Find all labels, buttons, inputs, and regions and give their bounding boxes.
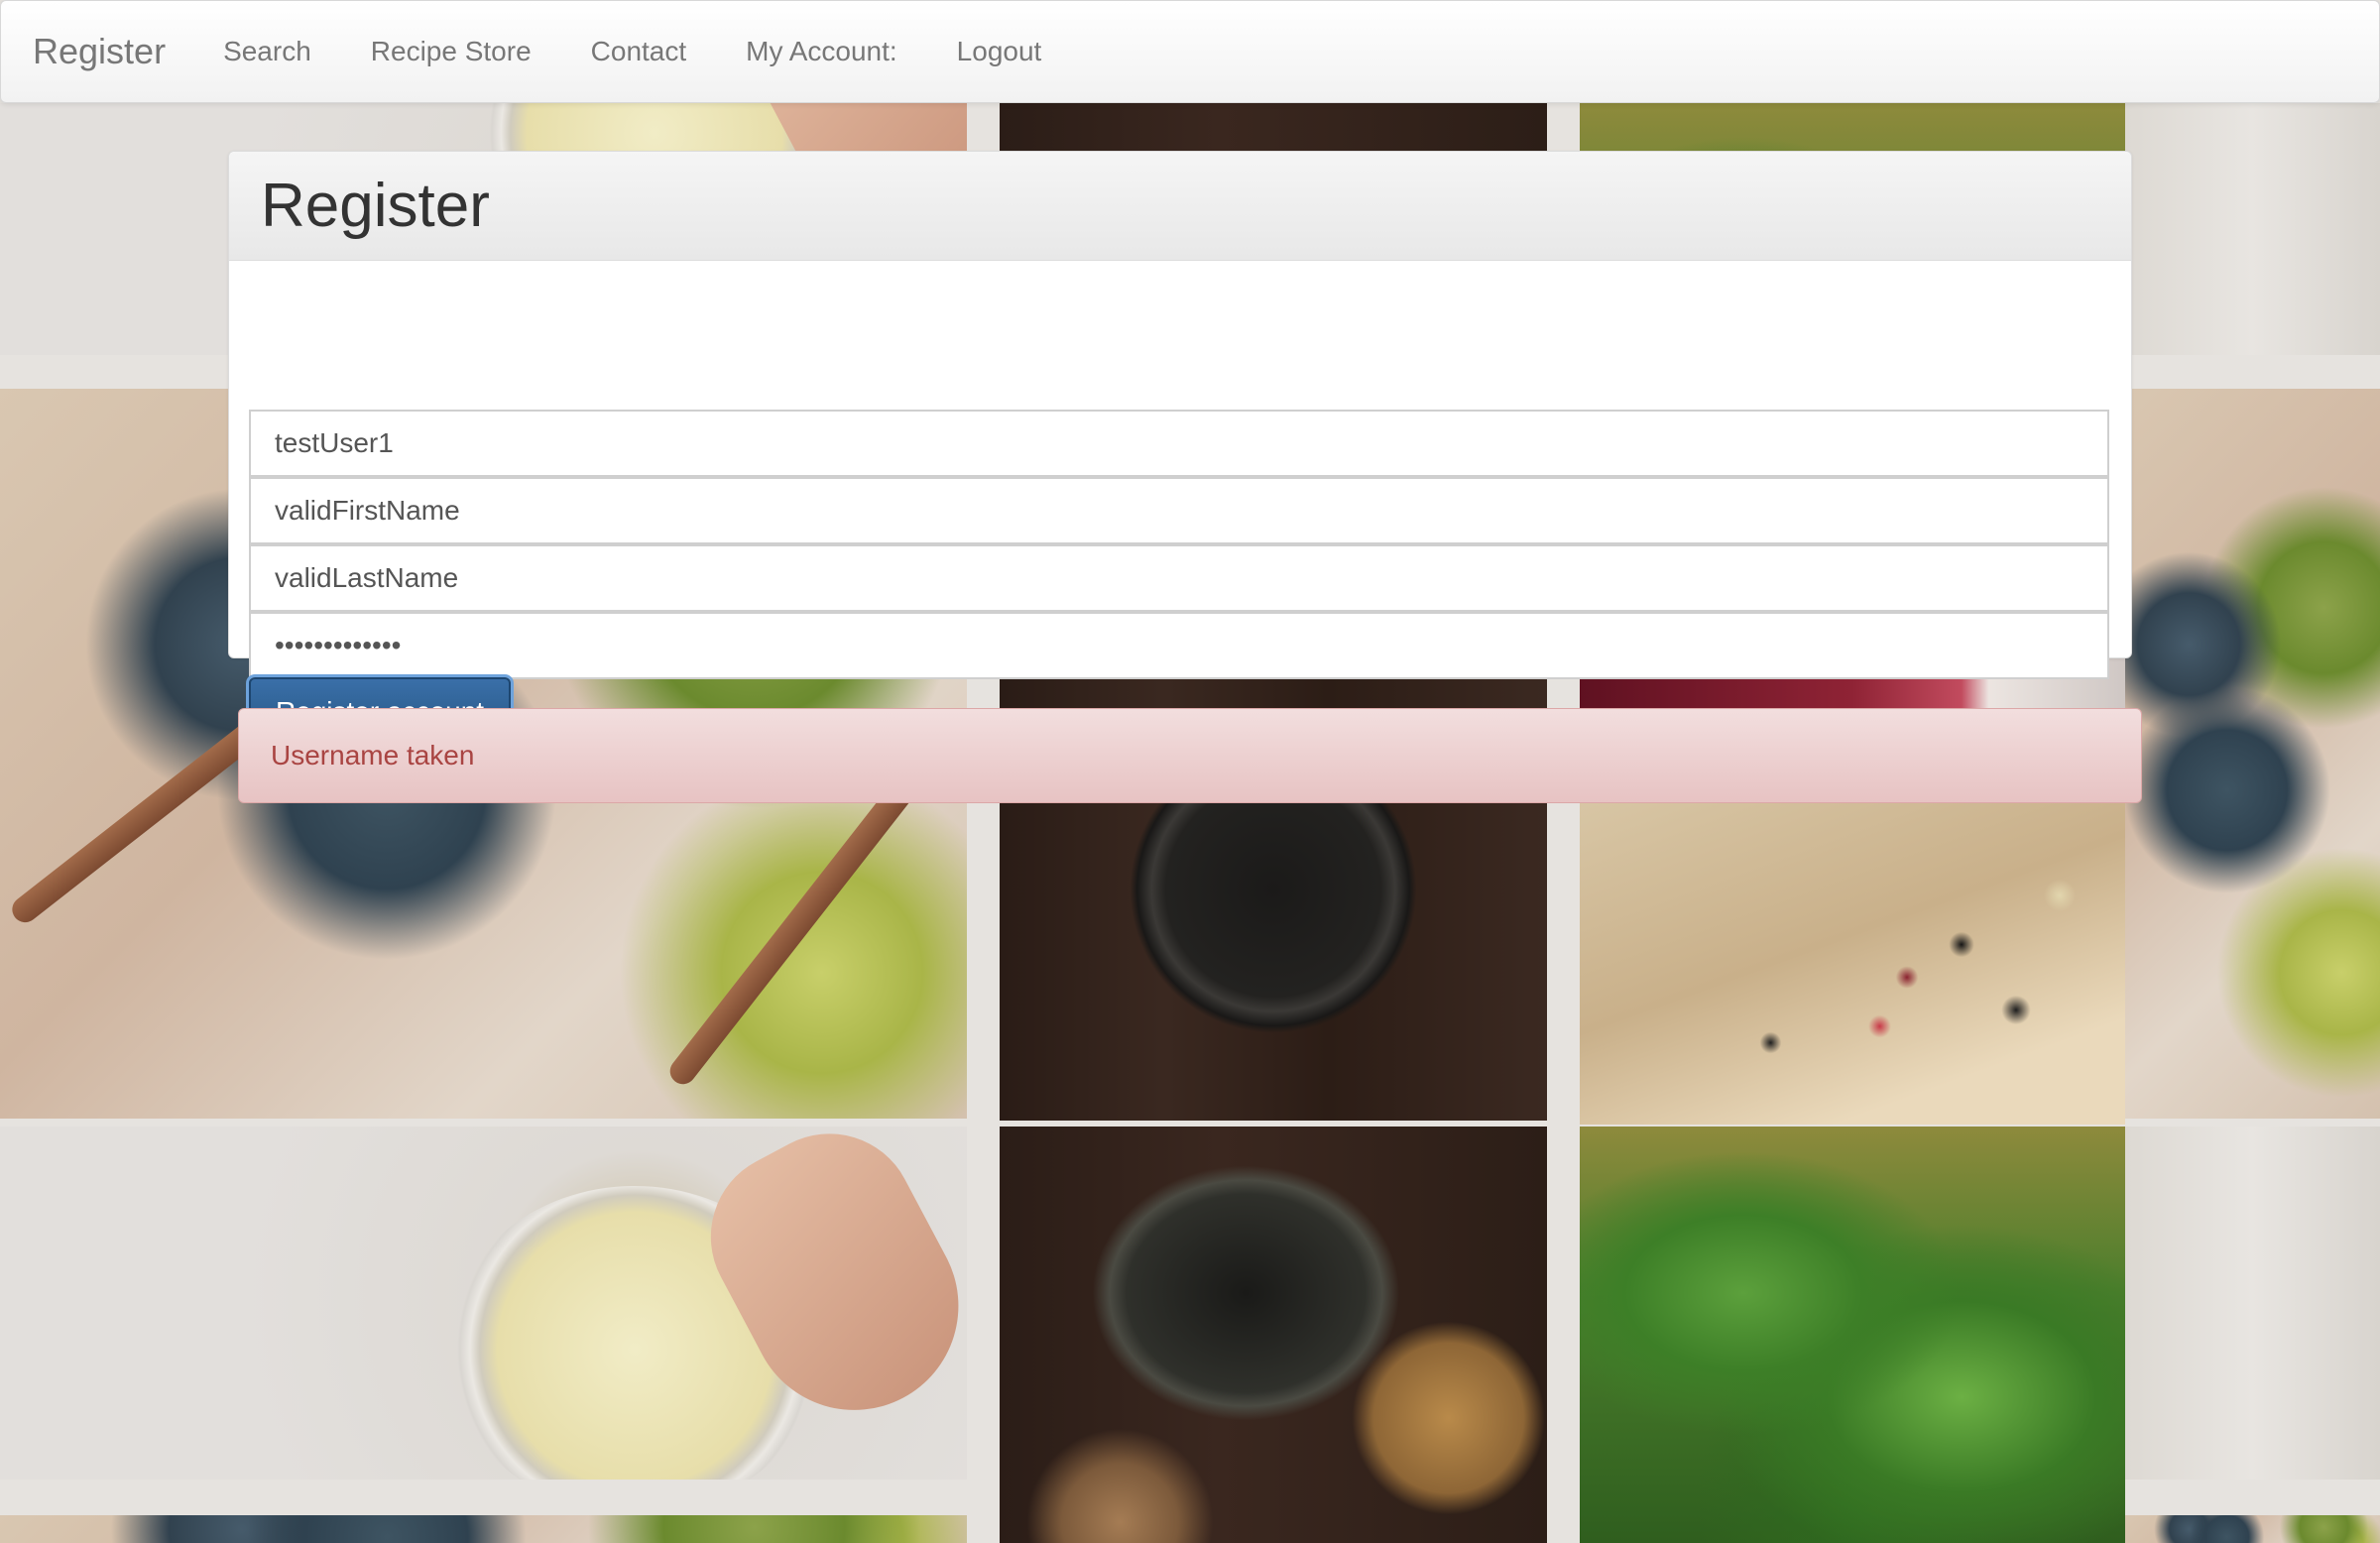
background-photo-grapes-3 <box>2125 389 2380 1119</box>
background-photo-grapes-4 <box>2125 1515 2380 1543</box>
panel-heading: Register <box>229 152 2131 261</box>
background-photo-mortar-2 <box>1000 1127 1547 1543</box>
first-name-field[interactable] <box>249 477 2109 544</box>
nav-link-my-account[interactable]: My Account: <box>746 36 897 67</box>
background-photo-wood <box>2125 103 2380 355</box>
username-field[interactable] <box>249 410 2109 477</box>
background-photo-peppercorns <box>1580 797 2125 1125</box>
register-panel: Register Register account <box>228 151 2132 747</box>
nav-link-recipe-store[interactable]: Recipe Store <box>371 36 532 67</box>
background-photo-ginger-tea-2 <box>0 1127 967 1480</box>
navbar-brand[interactable]: Register <box>33 31 166 72</box>
top-navbar: Register Search Recipe Store Contact My … <box>0 0 2380 103</box>
background-photo-herbs-2 <box>1580 1127 2125 1543</box>
password-field[interactable] <box>249 612 2109 679</box>
nav-link-contact[interactable]: Contact <box>591 36 687 67</box>
last-name-field[interactable] <box>249 544 2109 612</box>
nav-link-logout[interactable]: Logout <box>957 36 1042 67</box>
background-photo-wood-2 <box>2125 1127 2380 1480</box>
nav-link-search[interactable]: Search <box>223 36 311 67</box>
background-photo-grapes-2 <box>0 1515 967 1543</box>
page-title: Register <box>261 172 490 240</box>
error-alert: Username taken <box>238 708 2142 803</box>
error-message: Username taken <box>271 740 475 771</box>
